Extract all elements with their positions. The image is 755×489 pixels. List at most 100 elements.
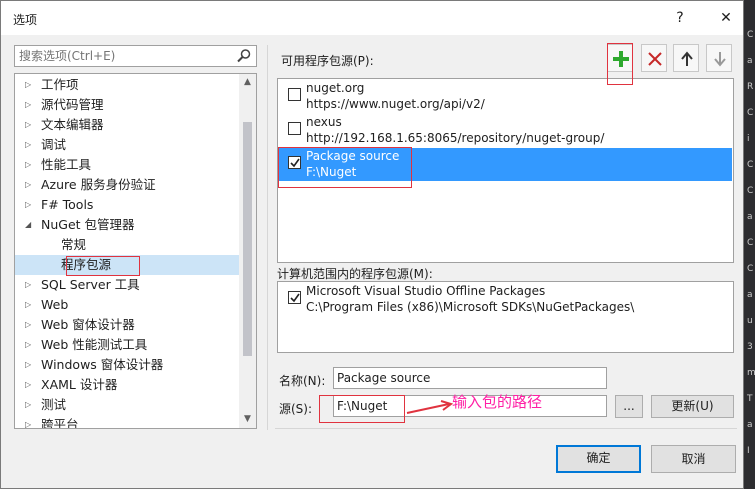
help-button[interactable]: ?: [671, 9, 689, 27]
tree-item-label: 测试: [41, 397, 67, 412]
annotation-box-source: [278, 147, 412, 188]
tree-item[interactable]: ◢ NuGet 包管理器: [15, 215, 239, 235]
name-label: 名称(N):: [279, 374, 326, 388]
strip-char: R: [747, 82, 754, 92]
options-tree: ▷ 工作项 ▷ 源代码管理 ▷ 文本编辑器 ▷ 调试 ▷ 性能工具 ▷ Azure 服务身份验证 ▷ F#…: [14, 73, 257, 429]
expand-chevron-icon[interactable]: ▷: [25, 295, 31, 315]
move-up-button[interactable]: [673, 44, 699, 72]
tree-item-label: XAML 设计器: [41, 377, 118, 392]
expand-chevron-icon[interactable]: ▷: [25, 355, 31, 375]
delete-x-icon: [648, 52, 662, 66]
strip-char: 3: [747, 342, 753, 352]
expand-chevron-icon[interactable]: ▷: [25, 395, 31, 415]
expand-chevron-icon[interactable]: ▷: [25, 135, 31, 155]
expand-chevron-icon[interactable]: ▷: [25, 115, 31, 135]
source-url: C:\Program Files (x86)\Microsoft SDKs\Nu…: [306, 300, 635, 314]
arrow-up-icon: [681, 51, 693, 66]
tree-item[interactable]: ▷ 调试: [15, 135, 239, 155]
strip-char: C: [747, 30, 754, 40]
tree-item-label: SQL Server 工具: [41, 277, 140, 292]
source-checkbox[interactable]: [288, 291, 301, 304]
expand-chevron-icon[interactable]: ▷: [25, 195, 31, 215]
tree-item[interactable]: ▷ 工作项: [15, 75, 239, 95]
name-input[interactable]: [334, 368, 606, 388]
divider: [267, 45, 268, 430]
scroll-thumb[interactable]: [243, 122, 252, 356]
update-button[interactable]: 更新(U): [651, 395, 734, 418]
machine-sources-label: 计算机范围内的程序包源(M):: [277, 267, 433, 281]
source-url: http://192.168.1.65:8065/repository/nuge…: [306, 131, 605, 145]
tree-item-label: 源代码管理: [41, 97, 104, 112]
ok-button[interactable]: 确定: [556, 445, 641, 473]
strip-char: a: [747, 420, 753, 430]
scroll-up-icon[interactable]: ▲: [239, 74, 256, 91]
tree-item[interactable]: ▷ XAML 设计器: [15, 375, 239, 395]
expand-chevron-icon[interactable]: ▷: [25, 155, 31, 175]
search-box[interactable]: [14, 45, 257, 67]
expand-chevron-icon[interactable]: ▷: [25, 175, 31, 195]
expand-chevron-icon[interactable]: ▷: [25, 415, 31, 428]
source-list-item[interactable]: Microsoft Visual Studio Offline Packages…: [279, 283, 732, 316]
tree-item-label: Azure 服务身份验证: [41, 177, 156, 192]
options-dialog: 选项 ? ✕ ▷ 工作项 ▷ 源代码管理 ▷ 文本编辑器 ▷ 调试 ▷ 性能工具 ▷ Azure 服务…: [0, 0, 744, 489]
source-list-item[interactable]: nexus http://192.168.1.65:8065/repository…: [279, 114, 732, 147]
tree-item-label: 性能工具: [41, 157, 92, 172]
remove-source-button[interactable]: [641, 44, 667, 72]
tree-item[interactable]: ▷ 文本编辑器: [15, 115, 239, 135]
expand-chevron-icon[interactable]: ▷: [25, 95, 31, 115]
tree-item[interactable]: ▷ SQL Server 工具: [15, 275, 239, 295]
tree-item-label: 常规: [61, 237, 87, 252]
strip-char: a: [747, 290, 753, 300]
strip-char: C: [747, 186, 754, 196]
source-checkbox[interactable]: [288, 88, 301, 101]
expand-chevron-icon[interactable]: ▷: [25, 335, 31, 355]
scroll-down-icon[interactable]: ▼: [239, 411, 256, 428]
source-url: https://www.nuget.org/api/v2/: [306, 97, 485, 111]
annotation-box-path: [319, 395, 405, 423]
tree-item-label: Windows 窗体设计器: [41, 357, 164, 372]
expand-chevron-icon[interactable]: ▷: [25, 315, 31, 335]
strip-char: T: [747, 394, 753, 404]
tree-item[interactable]: ▷ Web: [15, 295, 239, 315]
expand-chevron-icon[interactable]: ▷: [25, 275, 31, 295]
tree-item[interactable]: ▷ 跨平台: [15, 415, 239, 429]
source-label: 源(S):: [279, 402, 313, 416]
cancel-button[interactable]: 取消: [651, 445, 736, 473]
tree-item[interactable]: ▷ F# Tools: [15, 195, 239, 215]
source-name: nuget.org: [306, 81, 365, 95]
strip-char: m: [747, 368, 755, 378]
tree-item-label: 工作项: [41, 77, 79, 92]
close-button[interactable]: ✕: [717, 9, 735, 27]
annotation-box-add: [607, 43, 633, 85]
tree-item[interactable]: 常规: [15, 235, 239, 255]
tree-item-label: NuGet 包管理器: [41, 217, 135, 232]
browse-button[interactable]: ...: [615, 395, 643, 418]
strip-char: a: [747, 56, 753, 66]
tree-scrollbar[interactable]: ▲ ▼: [239, 74, 256, 428]
annotation-arrow-icon: [406, 400, 454, 414]
tree-item[interactable]: ▷ Web 性能测试工具: [15, 335, 239, 355]
strip-char: u: [747, 316, 753, 326]
title-bar: 选项 ? ✕: [1, 1, 743, 35]
tree-item[interactable]: ▷ Azure 服务身份验证: [15, 175, 239, 195]
name-field[interactable]: [333, 367, 607, 389]
source-list-item[interactable]: nuget.org https://www.nuget.org/api/v2/: [279, 80, 732, 113]
tree-item-label: Web 窗体设计器: [41, 317, 135, 332]
expand-chevron-icon[interactable]: ▷: [25, 75, 31, 95]
expanded-chevron-icon[interactable]: ◢: [25, 215, 31, 235]
tree-item[interactable]: ▷ 源代码管理: [15, 95, 239, 115]
tree-item-label: 跨平台: [41, 417, 79, 429]
strip-char: i: [747, 134, 750, 144]
expand-chevron-icon[interactable]: ▷: [25, 375, 31, 395]
search-input[interactable]: [15, 46, 230, 66]
arrow-down-icon: [714, 52, 726, 67]
checkmark-icon: [290, 293, 300, 303]
source-checkbox[interactable]: [288, 122, 301, 135]
tree-item-label: F# Tools: [41, 197, 94, 212]
move-down-button[interactable]: [706, 44, 732, 72]
tree-item[interactable]: ▷ 测试: [15, 395, 239, 415]
tree-item[interactable]: ▷ Web 窗体设计器: [15, 315, 239, 335]
tree-item[interactable]: ▷ Windows 窗体设计器: [15, 355, 239, 375]
machine-sources-list: Microsoft Visual Studio Offline Packages…: [277, 281, 734, 353]
tree-item[interactable]: ▷ 性能工具: [15, 155, 239, 175]
